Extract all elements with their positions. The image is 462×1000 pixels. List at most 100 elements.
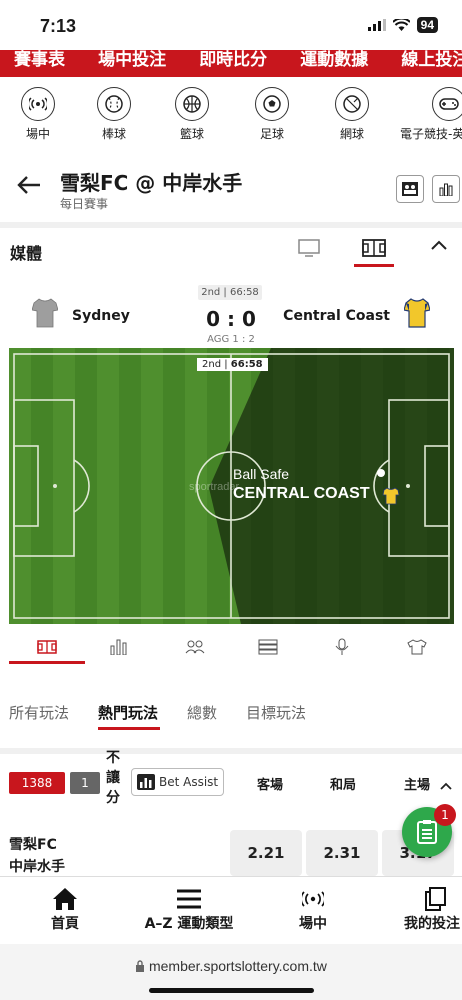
- copy-icon: [404, 885, 462, 913]
- sport-item-basketball[interactable]: 籃球: [152, 85, 232, 142]
- bottom-nav-label: 我的投注: [404, 916, 460, 932]
- aggregate-score: AGG 1 : 2: [207, 334, 255, 345]
- period-tag: 2nd | 66:58: [198, 285, 262, 300]
- bottom-nav-az[interactable]: A–Z 運動類型: [138, 885, 240, 933]
- stats-button[interactable]: [432, 175, 460, 203]
- bar-chart-icon: [439, 183, 453, 196]
- possession-team: CENTRAL COAST: [233, 485, 370, 502]
- pitch-clock-time: 66:58: [230, 359, 263, 370]
- kit-tab-icon[interactable]: [392, 634, 442, 660]
- bottom-nav-mybets[interactable]: 我的投注: [404, 885, 462, 933]
- tv-icon[interactable]: [294, 236, 324, 260]
- sport-item-soccer[interactable]: 足球: [232, 85, 312, 142]
- baseball-icon: [97, 87, 131, 121]
- sport-item-baseball[interactable]: 棒球: [74, 85, 154, 142]
- market-code-badge: 1388: [9, 772, 65, 794]
- odds-team-1: 雪梨FC: [9, 837, 57, 853]
- battery-icon: 94: [416, 17, 438, 33]
- sport-label: 場中: [25, 127, 50, 141]
- pitch-tab-icon[interactable]: [22, 634, 72, 660]
- ball-marker: [377, 469, 385, 477]
- chevron-up-icon[interactable]: [440, 776, 452, 795]
- pitch-clock: 2nd | 66:58: [197, 358, 268, 371]
- betslip-count-badge: 1: [434, 804, 456, 826]
- tab-totals[interactable]: 總數: [187, 702, 217, 723]
- score: 0 : 0: [206, 307, 256, 331]
- commentary-tab-icon[interactable]: [317, 634, 367, 660]
- bottom-nav-live[interactable]: 場中: [293, 885, 333, 933]
- chevron-up-icon[interactable]: [430, 236, 448, 255]
- column-away: 客場: [257, 778, 284, 793]
- market-type-label: 不讓分: [106, 750, 120, 806]
- pitch-graphic: sportradar: [9, 348, 454, 624]
- bottom-nav-label: 場中: [299, 916, 327, 932]
- live-icon: [293, 885, 333, 913]
- pitch-view-icon[interactable]: [359, 236, 389, 260]
- tennis-icon: [335, 87, 369, 121]
- standings-tab-icon[interactable]: [243, 634, 293, 660]
- top-nav-item-livescore[interactable]: 即時比分: [199, 52, 267, 69]
- sport-label: 籃球: [179, 127, 204, 141]
- market-line-badge: 1: [70, 772, 100, 794]
- bottom-nav: 首頁 A–Z 運動類型 場中 我的投注: [0, 876, 462, 944]
- top-nav-item-schedule[interactable]: 賽事表: [14, 52, 65, 69]
- stats-tab-icon[interactable]: [94, 634, 144, 660]
- esports-icon: [432, 87, 462, 121]
- media-header: 媒體: [0, 228, 462, 272]
- top-nav-item-online[interactable]: 線上投注: [401, 52, 462, 69]
- status-time: 7:13: [40, 16, 77, 36]
- tab-goal-markets[interactable]: 目標玩法: [246, 702, 306, 723]
- sport-label: 網球: [339, 127, 364, 141]
- odds-away-button[interactable]: 2.21: [230, 830, 302, 876]
- top-nav-item-stats[interactable]: 運動數據: [300, 52, 368, 69]
- home-team-name: Sydney: [72, 308, 130, 324]
- media-tab-underline: [354, 264, 394, 267]
- market-tab-underline: [98, 727, 160, 730]
- sport-item-live[interactable]: 場中: [0, 85, 78, 142]
- home-indicator: [149, 988, 314, 993]
- tracker-tab-underline: [9, 661, 85, 664]
- app-root: 7:13 94 賽事表 場中投注 即時比分 運動數據 線上投注 場中 棒球 籃球…: [0, 0, 462, 1000]
- pitch-clock-period: 2nd: [202, 359, 222, 370]
- bottom-nav-home[interactable]: 首頁: [42, 885, 88, 933]
- lineups-tab-icon[interactable]: [170, 634, 220, 660]
- match-title-bar: 雪梨FC @ 中岸水手 每日賽事: [0, 157, 462, 219]
- market-header-row: 1388 1 不讓分 Bet Assist 客場 和局 主場: [0, 750, 462, 814]
- status-bar: 7:13 94: [0, 0, 462, 50]
- odds-row: 雪梨FC 中岸水手 2.21 2.31 3.17: [0, 820, 462, 876]
- away-team-name: Central Coast: [283, 308, 390, 324]
- sport-label: 棒球: [101, 127, 126, 141]
- wifi-icon: [392, 18, 410, 31]
- sports-row: 場中 棒球 籃球 足球 網球 電子競技-英: [0, 85, 462, 147]
- live-icon: [21, 87, 55, 121]
- column-draw: 和局: [330, 778, 357, 793]
- url-text: member.sportslottery.com.tw: [148, 958, 327, 974]
- tracker-tabs: [0, 628, 462, 664]
- scoreboard: 2nd | 66:58 Sydney 0 : 0 AGG 1 : 2 Centr…: [0, 280, 462, 348]
- betslip-icon: [417, 820, 437, 844]
- market-tabs: 所有玩法 熱門玩法 總數 目標玩法: [0, 696, 462, 736]
- tab-hot-markets[interactable]: 熱門玩法: [98, 702, 158, 723]
- bar-chart-icon: [137, 774, 155, 790]
- back-arrow-icon[interactable]: [16, 174, 42, 201]
- top-nav: 賽事表 場中投注 即時比分 運動數據 線上投注: [0, 50, 462, 77]
- odds-team-2: 中岸水手: [9, 859, 65, 875]
- match-subtitle: 每日賽事: [60, 197, 109, 211]
- sport-label: 足球: [259, 127, 284, 141]
- tab-all-markets[interactable]: 所有玩法: [9, 702, 69, 723]
- team-lineup-button[interactable]: [396, 175, 424, 203]
- odds-draw-button[interactable]: 2.31: [306, 830, 378, 876]
- sport-item-esports[interactable]: 電子競技-英: [392, 85, 462, 142]
- basketball-icon: [175, 87, 209, 121]
- column-home: 主場: [404, 778, 431, 793]
- ball-status: Ball Safe: [233, 466, 290, 482]
- bet-assist-label: Bet Assist: [159, 775, 219, 789]
- bottom-nav-label: A–Z 運動類型: [144, 916, 234, 932]
- top-nav-item-inplay[interactable]: 場中投注: [98, 52, 166, 69]
- url-row: member.sportslottery.com.tw: [0, 958, 462, 974]
- bet-assist-button[interactable]: Bet Assist: [131, 768, 224, 796]
- browser-url-bar[interactable]: member.sportslottery.com.tw: [0, 944, 462, 1000]
- sport-item-tennis[interactable]: 網球: [312, 85, 392, 142]
- signal-icon: [367, 19, 386, 31]
- people-icon: [402, 182, 418, 196]
